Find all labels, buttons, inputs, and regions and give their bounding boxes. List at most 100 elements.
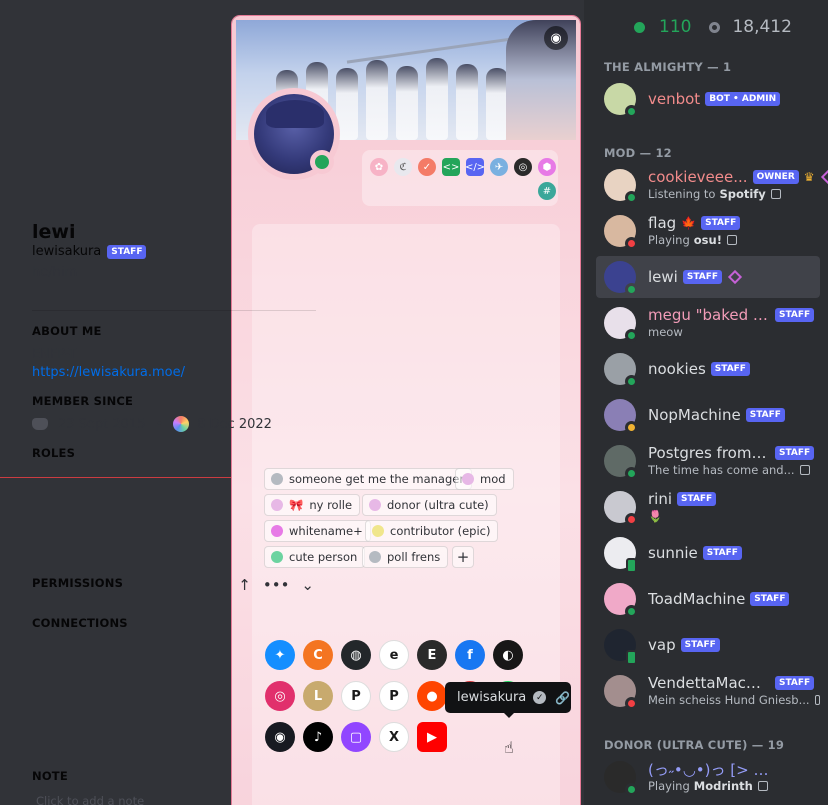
hashtag-badge-icon[interactable]: # — [538, 182, 556, 200]
instagram-icon[interactable]: ◎ — [265, 681, 295, 711]
paypal-icon[interactable]: P — [341, 681, 371, 711]
bughunter-badge-icon[interactable]: ✓ — [418, 158, 436, 176]
tiktok-icon[interactable]: ♪ — [303, 722, 333, 752]
active-developer-badge-icon[interactable]: <> — [442, 158, 460, 176]
github-icon[interactable]: ◐ — [493, 640, 523, 670]
role-chip[interactable]: poll frens — [362, 546, 449, 568]
staff-tag: STAFF — [107, 244, 147, 259]
role-chip[interactable]: contributor (epic) — [365, 520, 499, 542]
role-color-icon[interactable] — [271, 525, 283, 537]
member-item[interactable]: sunnie STAFF — [596, 532, 820, 574]
note-input[interactable]: Click to add a note — [36, 794, 144, 805]
more-icon[interactable]: ••• — [263, 576, 290, 594]
member-item[interactable]: nookies STAFF — [596, 348, 820, 390]
playstation-icon[interactable]: P — [379, 681, 409, 711]
member-item[interactable]: VendettaMachine STAFF Mein scheiss Hund Gn… — [596, 670, 820, 712]
member-item[interactable]: Postgres from t... STAFF The time has come… — [596, 440, 820, 482]
member-name: ToadMachine — [648, 590, 746, 608]
early-supporter-badge-icon[interactable]: ℭ — [394, 158, 412, 176]
member-item[interactable]: megu "baked be... STAFF meow — [596, 302, 820, 344]
crown-icon: ♛ — [803, 170, 815, 184]
permissions-row: PERMISSIONS ↑ ••• ⌄ — [32, 576, 316, 594]
activity-name: osu! — [693, 233, 722, 247]
activity-prefix: Listening to — [648, 187, 716, 201]
role-color-icon[interactable] — [369, 551, 381, 563]
profile-username: lewisakura — [32, 244, 102, 259]
status-online-icon — [625, 783, 638, 796]
league-of-legends-icon[interactable]: L — [303, 681, 333, 711]
role-color-icon[interactable] — [271, 499, 283, 511]
member-item[interactable]: cookieveee... OWNER ♛ Listening to Spotify — [596, 164, 828, 206]
profile-status-online-icon — [310, 150, 334, 174]
member-since-title: MEMBER SINCE — [32, 394, 134, 408]
member-item[interactable]: (っ˶•◡•)っ [> Tera <]PlayingModrinth — [596, 756, 820, 798]
member-tag: STAFF — [682, 270, 723, 284]
battlenet-icon[interactable]: ✦ — [265, 640, 295, 670]
reddit-icon[interactable]: ● — [417, 681, 447, 711]
member-name: flag — [648, 214, 677, 232]
member-activity: The time has come and... — [648, 463, 810, 477]
youtube-icon[interactable]: ▶ — [417, 722, 447, 752]
crunchyroll-icon[interactable]: C — [303, 640, 333, 670]
nitro-badge-icon[interactable]: ✈ — [490, 158, 508, 176]
role-color-icon[interactable] — [462, 473, 474, 485]
role-chip[interactable]: mod — [455, 468, 514, 490]
add-role-button[interactable]: + — [452, 546, 474, 568]
member-item[interactable]: NopMachine STAFF — [596, 394, 820, 436]
member-name-row: VendettaMachine STAFF — [648, 672, 815, 694]
arrow-up-icon[interactable]: ↑ — [238, 576, 251, 594]
tooltip-label: lewisakura — [457, 690, 527, 705]
server-boost-badge-icon[interactable]: ⬢ — [538, 158, 556, 176]
domain-icon[interactable]: ◍ — [341, 640, 371, 670]
online-count: 110 — [659, 17, 692, 37]
member-item[interactable]: rini STAFF 🌷 — [596, 486, 820, 528]
role-color-icon[interactable] — [271, 473, 283, 485]
role-chip[interactable]: someone get me the manager — [264, 468, 473, 490]
role-chip[interactable]: 🎀 ny rolle — [264, 494, 361, 516]
member-name-row: ToadMachine STAFF — [648, 588, 790, 610]
status-online-icon — [625, 605, 638, 618]
member-name: nookies — [648, 360, 706, 378]
steam-icon[interactable]: ◉ — [265, 722, 295, 752]
epic-games-icon[interactable]: E — [417, 640, 447, 670]
online-stats: 110 18,412 — [634, 16, 792, 38]
member-name-row: rini STAFF — [648, 488, 717, 510]
profile-username-row: lewisakura STAFF — [32, 244, 147, 259]
member-name: cookieveee... — [648, 168, 748, 186]
member-item[interactable]: ToadMachine STAFF — [596, 578, 820, 620]
member-item[interactable]: vap STAFF — [596, 624, 820, 666]
quest-badge-icon[interactable]: ◎ — [514, 158, 532, 176]
role-chip[interactable]: cute person — [264, 546, 366, 568]
role-color-icon[interactable] — [271, 551, 283, 563]
role-label: donor (ultra cute) — [387, 498, 489, 512]
member-name-row: nookies STAFF — [648, 358, 750, 380]
role-color-icon[interactable] — [369, 499, 381, 511]
member-activity: 🌷 — [648, 509, 662, 523]
verified-developer-badge-icon[interactable]: </> — [465, 158, 485, 176]
twitch-icon[interactable]: ▢ — [341, 722, 371, 752]
about-me-link[interactable]: https://lewisakura.moe/ — [32, 365, 185, 380]
member-item[interactable]: venbot BOT • ADMIN — [596, 78, 820, 120]
status-online-icon — [625, 329, 638, 342]
member-item[interactable]: lewi STAFF — [596, 256, 820, 298]
x-icon[interactable]: X — [379, 722, 409, 752]
link-icon[interactable]: 🔗 — [555, 691, 570, 705]
role-label: cute person — [289, 550, 358, 564]
member-name: lewi — [648, 268, 678, 286]
facebook-icon[interactable]: f — [455, 640, 485, 670]
hypesquad-blossom-badge-icon[interactable]: ✿ — [370, 158, 388, 176]
status-online-icon — [625, 375, 638, 388]
status-dnd-icon — [625, 513, 638, 526]
server-boost-icon — [820, 169, 828, 185]
rich-presence-icon — [814, 695, 820, 705]
role-color-icon[interactable] — [372, 525, 384, 537]
member-item[interactable]: flag 🍁 STAFF Playing osu! — [596, 210, 820, 252]
nitro-wumpus-icon[interactable]: ◉ — [544, 26, 568, 50]
chevron-down-icon[interactable]: ⌄ — [301, 576, 314, 594]
new-messages-divider — [0, 477, 240, 478]
ebay-icon[interactable]: e — [379, 640, 409, 670]
about-me-text: ENFP-T — [32, 347, 77, 362]
role-chip[interactable]: whitename+ — [264, 520, 371, 542]
connection-tooltip: lewisakura ✓ 🔗 — [445, 682, 571, 713]
role-chip[interactable]: donor (ultra cute) — [362, 494, 497, 516]
